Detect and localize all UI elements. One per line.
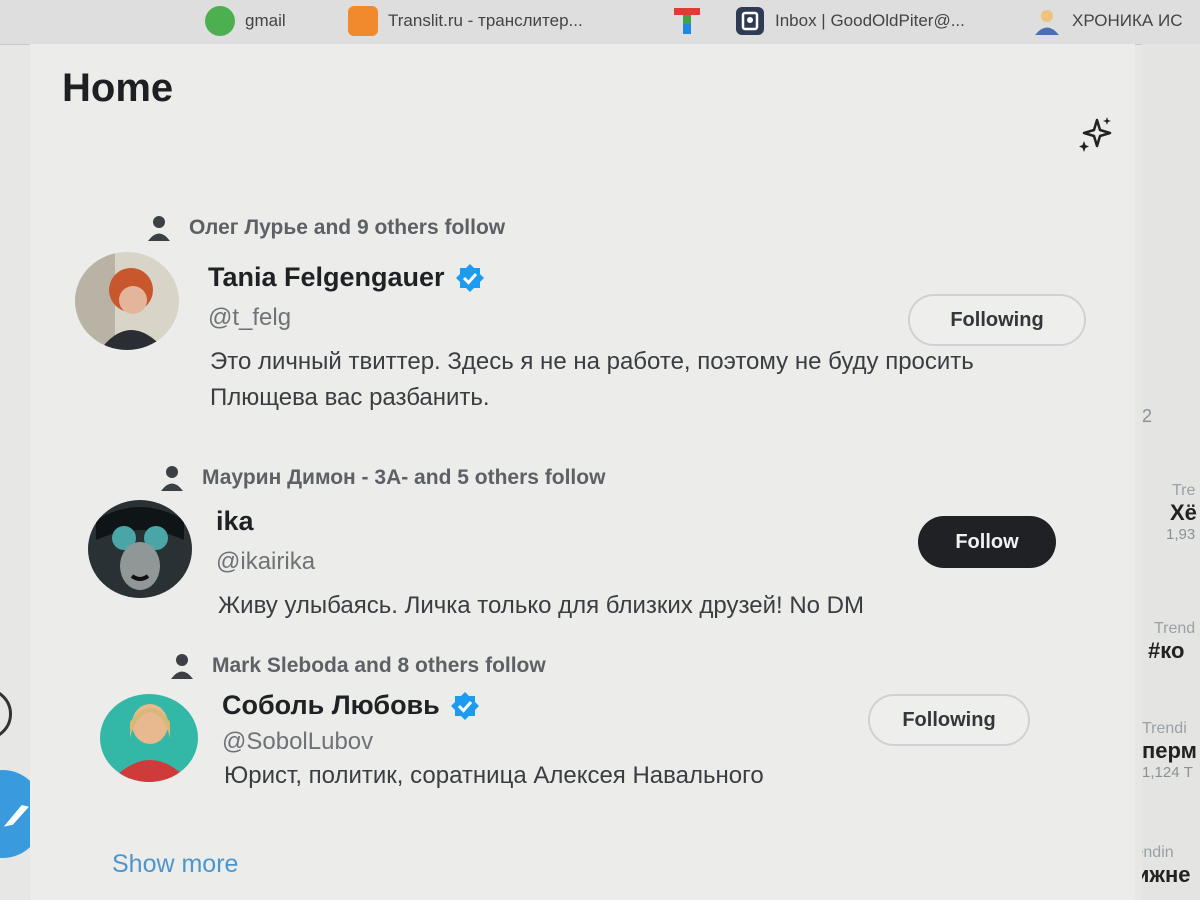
trends-sidebar: 2 Tre Хё 1,93 Trend #ко Trendi перм 1,12… [1142,44,1200,900]
following-button[interactable]: Following [908,294,1086,346]
translit-icon [348,6,378,36]
user-handle: @SobolLubov [222,728,374,755]
gmail-icon [205,6,235,36]
trend-title: Хё [1170,500,1197,525]
user-name[interactable]: Соболь Любовь [222,690,440,721]
bookmark-label: ХРОНИКА ИС [1072,11,1183,30]
avatar[interactable] [75,252,179,350]
show-more-link[interactable]: Show more [112,850,238,879]
person-icon [148,216,170,241]
avatar-photo [75,252,179,350]
person-icon [161,466,183,491]
user-handle: @ikairika [216,548,316,575]
bookmark-label: Inbox | GoodOldPiter@... [775,11,965,30]
user-name-row: Соболь Любовь [222,690,480,721]
trend-item[interactable]: Trendi перм 1,124 Т [1142,720,1197,781]
bookmark-inbox[interactable]: Inbox | GoodOldPiter@... [735,6,965,36]
verified-badge-icon [455,263,484,292]
user-handle: @t_felg [208,304,292,331]
user-bio: Юрист, политик, соратница Алексея Наваль… [224,762,764,789]
following-button[interactable]: Following [868,694,1030,746]
trend-title: Нижне [1142,862,1191,887]
sparkle-icon[interactable] [1075,114,1117,156]
trend-label: Trend [1154,620,1196,637]
trend-count: 2 [1142,406,1153,426]
home-timeline: Home Олег Лурье and 9 others follow Tani… [30,44,1135,900]
user-bio: Это личный твиттер. Здесь я не на работе… [210,348,974,411]
social-context-text: Маурин Димон - 3А- and 5 others follow [202,466,606,489]
avatar[interactable] [100,694,198,782]
trend-label: Trendin [1142,844,1174,861]
trend-label: Tre [1172,482,1196,499]
more-icon[interactable] [0,688,12,740]
user-name[interactable]: ika [216,506,254,537]
trend-item[interactable]: Trend #ко [1142,620,1195,664]
trend-title: #ко [1148,638,1185,663]
trend-count: 1,124 Т [1142,764,1193,781]
bookmark-translit[interactable]: Translit.ru - транслитер... [348,6,583,36]
user-bookmark-icon [1035,10,1059,35]
bookmark-label: Translit.ru - транслитер... [388,11,583,30]
social-context-text: Mark Sleboda and 8 others follow [212,654,546,677]
trend-item[interactable]: Tre Хё 1,93 [1142,482,1197,543]
trend-title: перм [1142,738,1197,763]
bookmark-khronika[interactable]: ХРОНИКА ИС [1032,6,1182,36]
verified-badge-icon [450,691,479,720]
t-logo-icon [674,8,700,34]
trend-item[interactable]: 2 [1142,406,1152,427]
social-context: Олег Лурье and 9 others follow [145,214,505,242]
trend-label: Trendi [1142,720,1187,737]
bookmark-label: gmail [245,11,286,30]
inbox-icon [736,7,764,35]
user-name[interactable]: Tania Felgengauer [208,262,445,293]
page-title: Home [62,66,174,110]
follow-button[interactable]: Follow [918,516,1056,568]
trend-count: 1,93 [1166,526,1196,543]
avatar-photo [88,500,192,598]
social-context: Маурин Димон - 3А- and 5 others follow [158,464,605,492]
bookmark-t[interactable] [672,6,702,36]
trend-item[interactable]: Trendin Нижне [1142,844,1191,888]
avatar-photo [100,694,198,782]
avatar[interactable] [88,500,192,598]
social-context: Mark Sleboda and 8 others follow [168,652,546,680]
bookmarks-bar: gmail Translit.ru - транслитер... Inbox … [0,0,1200,45]
user-name-row: Tania Felgengauer [208,262,485,293]
user-bio: Живу улыбаясь. Личка только для близких … [218,592,865,619]
person-icon [171,654,193,679]
user-name-row: ika [216,506,254,537]
social-context-text: Олег Лурье and 9 others follow [189,216,506,239]
bookmark-gmail[interactable]: gmail [205,6,286,36]
